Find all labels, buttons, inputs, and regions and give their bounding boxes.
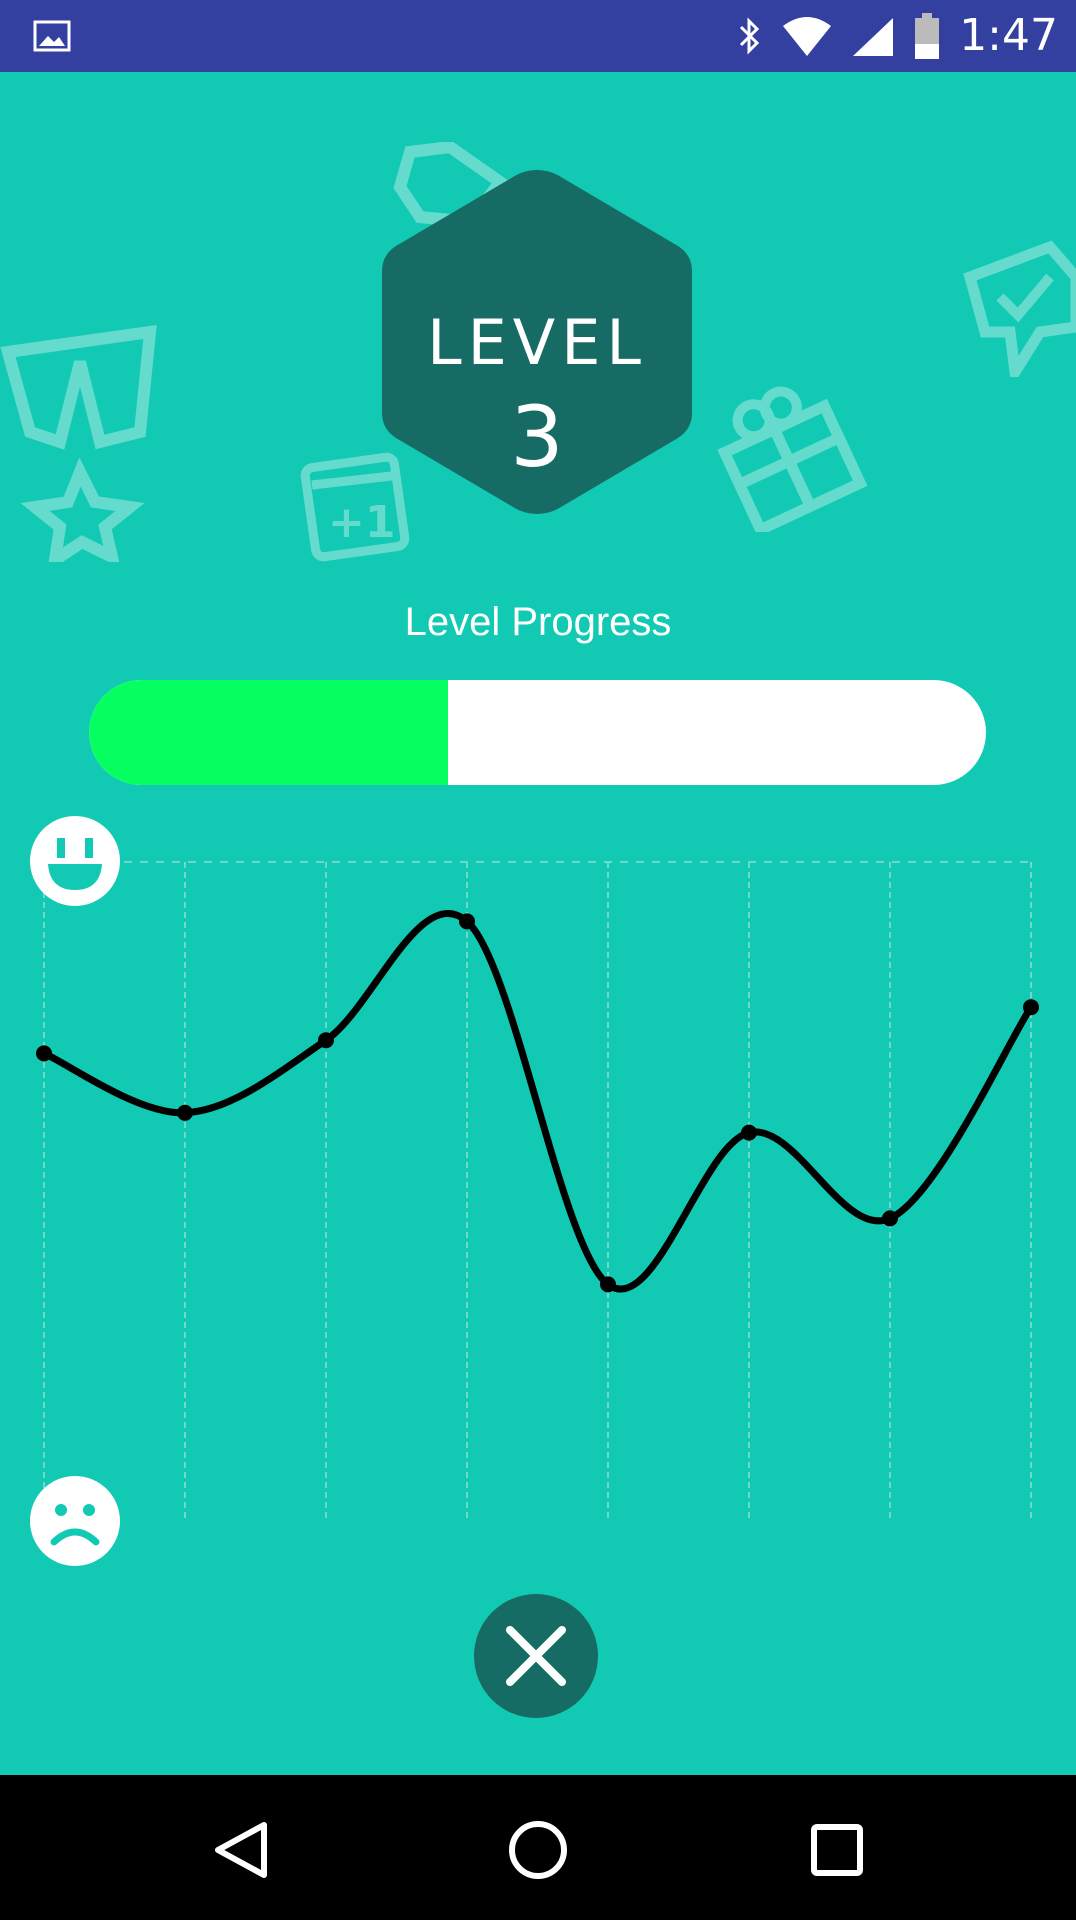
mood-data-point bbox=[1023, 999, 1039, 1016]
sad-face-icon bbox=[30, 1476, 120, 1566]
home-circle-icon[interactable] bbox=[505, 1817, 571, 1883]
happy-face-icon bbox=[30, 816, 120, 906]
signal-icon bbox=[853, 18, 894, 56]
mood-data-point bbox=[600, 1276, 616, 1293]
status-icons: 1:47 bbox=[737, 10, 1058, 62]
back-triangle-icon[interactable] bbox=[208, 1817, 274, 1883]
status-bar: 1:47 bbox=[0, 0, 1076, 72]
mood-data-point bbox=[177, 1104, 193, 1121]
mood-data-point bbox=[882, 1210, 898, 1227]
bluetooth-icon bbox=[740, 17, 760, 55]
mood-data-point bbox=[36, 1045, 52, 1062]
mood-data-point bbox=[741, 1124, 757, 1141]
close-button[interactable] bbox=[474, 1594, 598, 1718]
level-screen: +1 LEVEL 3 Level Progress bbox=[0, 72, 1076, 1775]
recents-square-icon[interactable] bbox=[804, 1817, 870, 1883]
battery-icon bbox=[915, 13, 940, 59]
navigation-bar bbox=[0, 1775, 1076, 1920]
mood-chart bbox=[36, 861, 1039, 1522]
mood-series-line bbox=[40, 910, 1035, 1293]
wifi-icon bbox=[783, 17, 832, 56]
status-time: 1:47 bbox=[959, 10, 1058, 61]
mood-data-point bbox=[459, 913, 475, 930]
close-icon bbox=[506, 1626, 566, 1686]
mood-data-point bbox=[318, 1032, 334, 1049]
image-icon bbox=[33, 20, 71, 52]
